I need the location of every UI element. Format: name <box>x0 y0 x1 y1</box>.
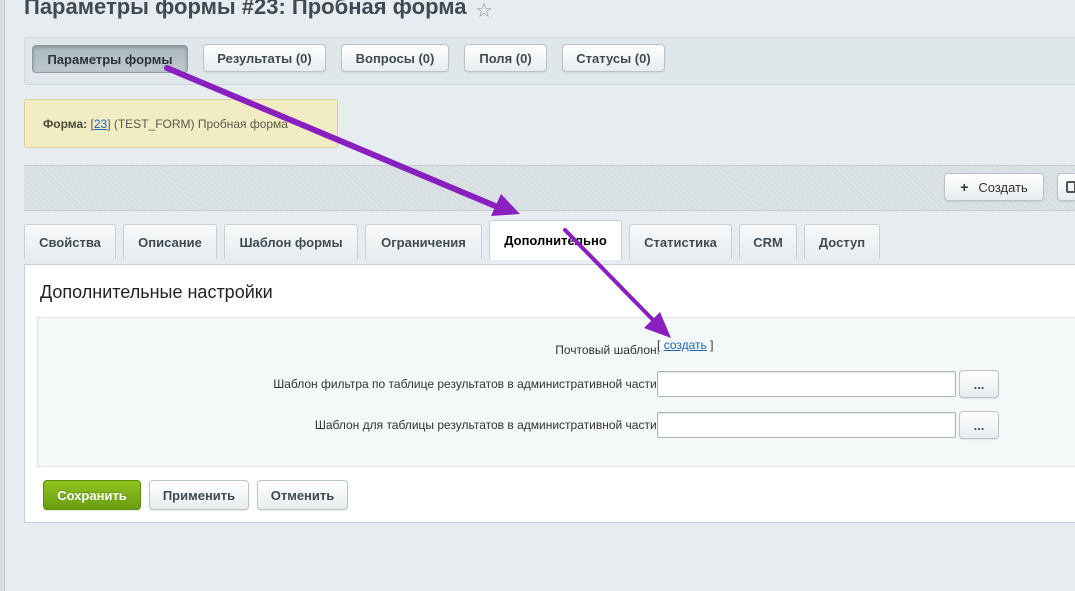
settings-panel: Дополнительные настройки Почтовый шаблон… <box>24 264 1075 523</box>
document-icon <box>1066 181 1075 193</box>
page-title: Параметры формы #23: Пробная форма <box>24 0 467 19</box>
table-template-label: Шаблон для таблицы результатов в админис… <box>314 418 660 432</box>
document-menu-button[interactable] <box>1057 173 1075 201</box>
tab-form-template[interactable]: Шаблон формы <box>224 224 358 259</box>
form-label: Форма: <box>43 117 88 131</box>
apply-button[interactable]: Применить <box>149 480 249 510</box>
tab-description[interactable]: Описание <box>123 224 217 259</box>
form-id-link[interactable]: 23 <box>94 117 107 131</box>
tab-questions[interactable]: Вопросы (0) <box>341 44 449 72</box>
tab-form-params[interactable]: Параметры формы <box>32 45 188 73</box>
fields-block: Почтовый шаблон: [ создать ] Шаблон филь… <box>37 317 1075 467</box>
tab-restrictions[interactable]: Ограничения <box>365 224 482 259</box>
tab-results[interactable]: Результаты (0) <box>203 44 326 72</box>
form-info-banner: Форма: [23] (TEST_FORM) Пробная форма <box>24 99 338 148</box>
filter-template-input[interactable] <box>657 371 956 397</box>
tab-additional[interactable]: Дополнительно <box>489 220 622 260</box>
tab-statuses[interactable]: Статусы (0) <box>562 44 665 72</box>
save-button[interactable]: Сохранить <box>43 480 141 510</box>
filter-template-label: Шаблон фильтра по таблице результатов в … <box>273 377 660 391</box>
toolbar: + Создать <box>24 165 1075 211</box>
tab-crm[interactable]: CRM <box>739 224 797 259</box>
mail-template-bracket-close: ] <box>710 338 714 352</box>
table-template-browse-button[interactable]: ... <box>959 411 999 439</box>
tab-access[interactable]: Доступ <box>804 224 880 259</box>
tab-properties[interactable]: Свойства <box>24 224 116 259</box>
plus-icon: + <box>960 179 969 195</box>
mail-template-value: [ создать ] <box>657 338 713 352</box>
panel-title: Дополнительные настройки <box>40 282 273 302</box>
create-mail-template-link[interactable]: создать <box>664 338 707 352</box>
cancel-button[interactable]: Отменить <box>257 480 348 510</box>
top-tab-bar: Параметры формы Результаты (0) Вопросы (… <box>24 37 1075 85</box>
create-label: Создать <box>978 179 1028 195</box>
table-template-input[interactable] <box>657 412 956 438</box>
filter-template-browse-button[interactable]: ... <box>959 370 999 398</box>
tab-statistics[interactable]: Статистика <box>629 224 732 259</box>
left-edge <box>0 0 5 591</box>
mail-template-bracket-open: [ <box>657 338 661 352</box>
star-icon[interactable]: ☆ <box>475 0 493 23</box>
create-button[interactable]: + Создать <box>944 173 1044 201</box>
settings-tabs: Свойства Описание Шаблон формы Ограничен… <box>24 220 1075 260</box>
form-id-rest: ] (TEST_FORM) Пробная форма <box>107 117 288 131</box>
mail-template-label: Почтовый шаблон: <box>555 343 660 357</box>
tab-fields[interactable]: Поля (0) <box>464 44 547 72</box>
